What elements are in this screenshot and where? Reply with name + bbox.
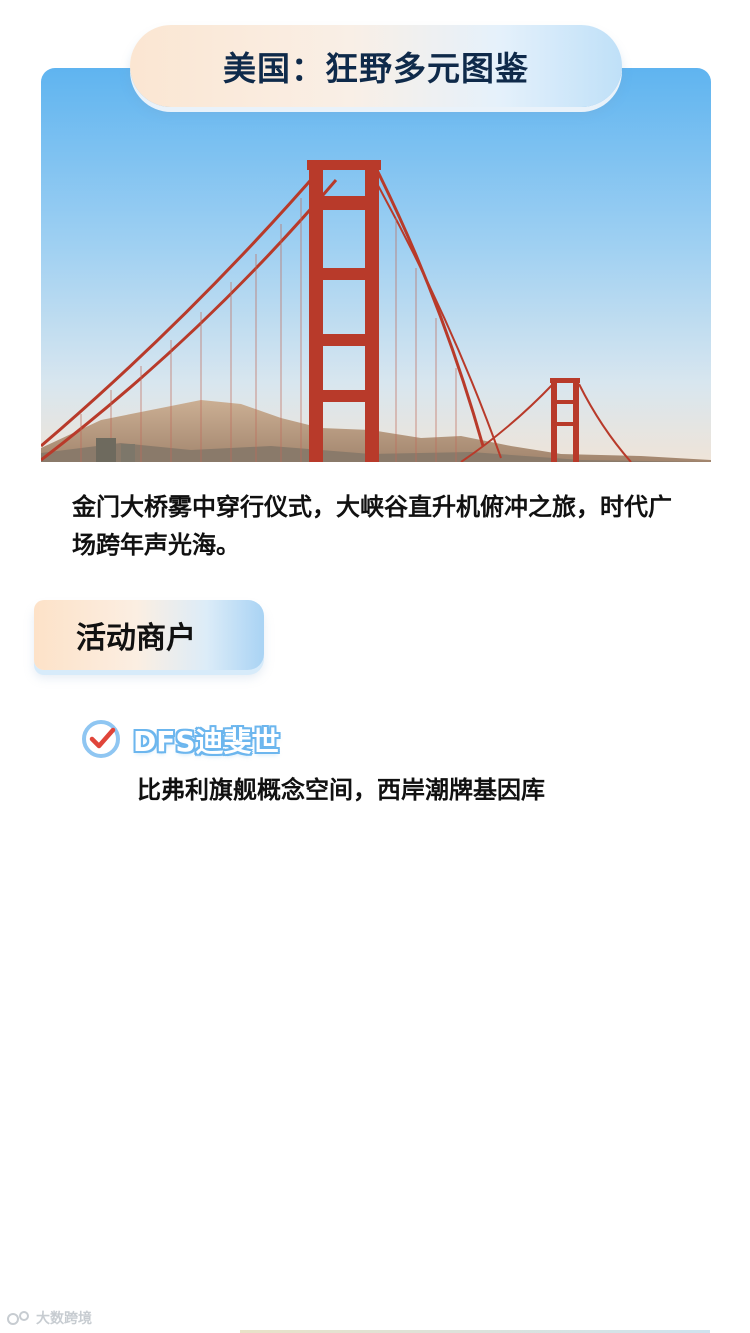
watermark-text: 大数跨境 (36, 1311, 92, 1327)
merchant-name: DFS迪斐世 (133, 725, 280, 758)
golden-gate-illustration (41, 68, 711, 462)
page-title-banner: 美国：狂野多元图鉴 (130, 25, 622, 107)
check-circle-icon (80, 718, 122, 760)
page-title: 美国：狂野多元图鉴 (223, 49, 529, 88)
logo-icon (7, 1311, 29, 1325)
watermark: 大数跨境 (6, 1306, 92, 1330)
intro-description: 金门大桥雾中穿行仪式，大峡谷直升机俯冲之旅，时代广场跨年声光海。 (72, 493, 672, 559)
merchant-description: 比弗利旗舰概念空间，西岸潮牌基因库 (137, 776, 545, 804)
section-title: 活动商户 (76, 621, 196, 656)
section-header: 活动商户 (34, 600, 264, 670)
hero-image (41, 68, 711, 462)
